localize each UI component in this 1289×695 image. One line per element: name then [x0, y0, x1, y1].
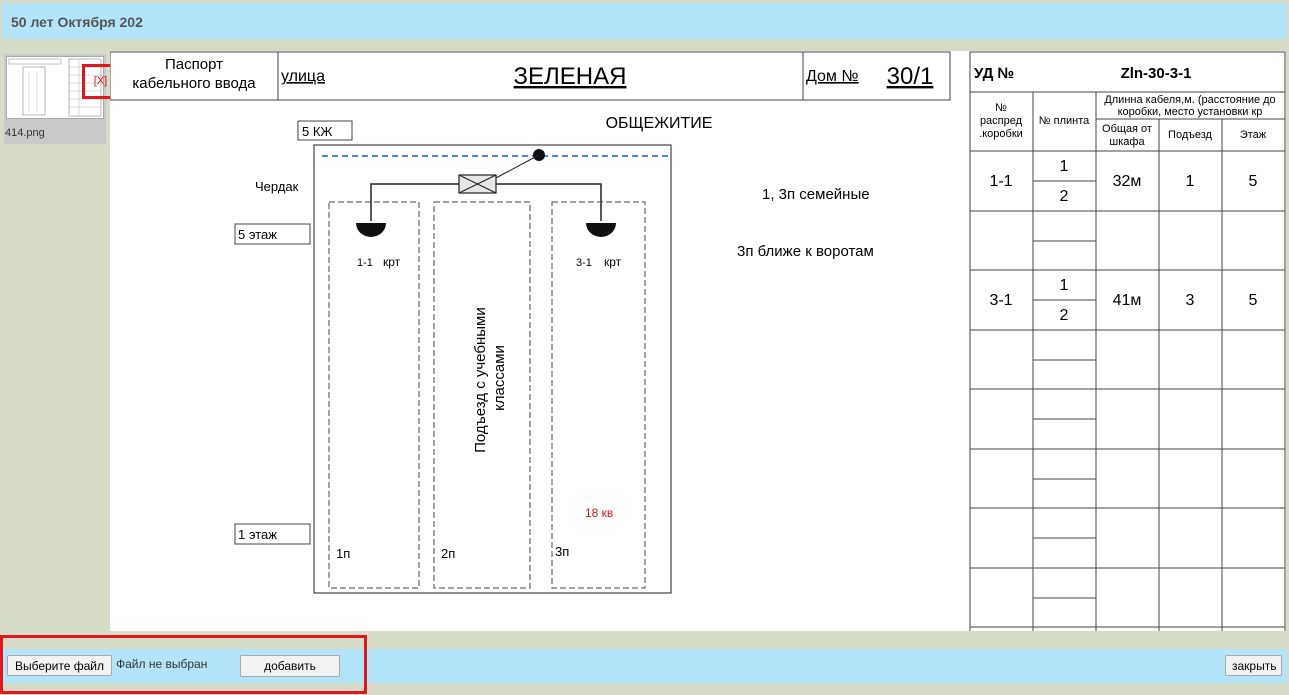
building-type: ОБЩЕЖИТИЕ: [606, 115, 713, 132]
street-label: улица: [281, 68, 325, 85]
entrance-3: [551, 201, 646, 589]
col-header-box: № распред .коробки: [979, 102, 1023, 140]
apartments-note: 18 кв: [585, 506, 613, 520]
page-header: 50 лет Октября 202: [2, 3, 1287, 39]
attic-label: Чердак: [255, 179, 299, 194]
table-cell-plint: 1: [1060, 277, 1069, 294]
col-header-total: Общая от шкафа: [1102, 123, 1152, 148]
house-number: 30/1: [887, 63, 934, 90]
box-3-label: 3-1: [576, 257, 592, 269]
col-header-floor: Этаж: [1240, 129, 1267, 141]
passport-label-line2: кабельного ввода: [132, 75, 256, 92]
table-cell-box: 3-1: [989, 292, 1012, 309]
page-title: 50 лет Октября 202: [11, 14, 143, 30]
note-gate-entrance: 3п ближе к воротам: [737, 243, 874, 260]
cable-passport-document: Паспорт кабельного ввода улица ЗЕЛЕНАЯ Д…: [110, 51, 1286, 631]
choose-file-button[interactable]: Выберите файл: [7, 655, 112, 676]
box-1-krt: крт: [383, 255, 401, 269]
attachment-filename: 414.png: [5, 127, 45, 139]
entrance-2-label: 2п: [441, 546, 455, 561]
col-header-plint: № плинта: [1039, 115, 1090, 127]
col-header-entrance: Подъезд: [1168, 129, 1213, 141]
floor1-label: 1 этаж: [238, 527, 277, 542]
table-cell-entrance: 1: [1186, 173, 1195, 190]
entrance-2-note: Подъезд с учебными классами: [472, 303, 508, 453]
table-cell-plint: 1: [1060, 158, 1069, 175]
table-cell-floor: 5: [1249, 292, 1258, 309]
floor5-label: 5 этаж: [238, 227, 277, 242]
table-cell-box: 1-1: [989, 173, 1012, 190]
table-cell-plint: 2: [1060, 188, 1069, 205]
table-cell-total: 32м: [1113, 173, 1142, 190]
table-cell-total: 41м: [1113, 292, 1142, 309]
drop-line: [493, 154, 540, 180]
ud-number: Zln-30-3-1: [1121, 65, 1192, 82]
distribution-box-icon: [356, 223, 386, 237]
table-cell-entrance: 3: [1186, 292, 1195, 309]
close-button[interactable]: закрыть: [1225, 655, 1282, 676]
table-cell-floor: 5: [1249, 173, 1258, 190]
passport-label-line1: Паспорт: [165, 56, 223, 73]
note-family-entrances: 1, 3п семейные: [762, 186, 870, 203]
kzh-tag: 5 КЖ: [302, 124, 332, 139]
box-1-label: 1-1: [357, 257, 373, 269]
entrance-3-label: 3п: [555, 544, 569, 559]
ud-label: УД №: [974, 65, 1014, 82]
col-header-length: Длинна кабеля,м. (расстояние до коробки, …: [1104, 94, 1275, 118]
street-name: ЗЕЛЕНАЯ: [514, 63, 627, 90]
table-cell-plint: 2: [1060, 307, 1069, 324]
box-3-krt: крт: [604, 255, 622, 269]
entrance-1: [328, 201, 420, 589]
house-label: Дом №: [806, 68, 859, 85]
distribution-box-icon: [586, 223, 616, 237]
file-status: Файл не выбран: [116, 657, 208, 671]
entrance-1-label: 1п: [336, 546, 350, 561]
add-button[interactable]: добавить: [240, 655, 340, 677]
